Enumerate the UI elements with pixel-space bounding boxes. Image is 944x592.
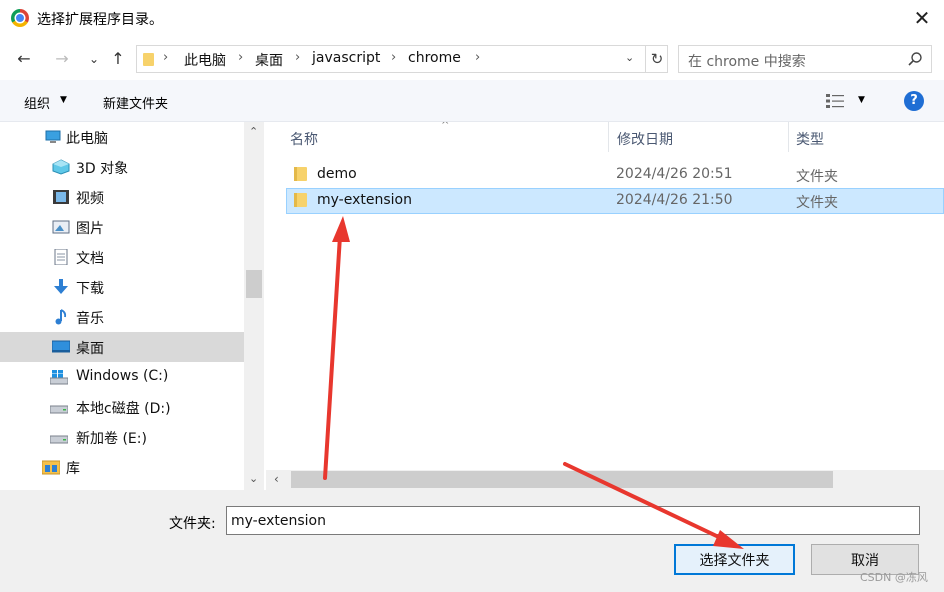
sidebar-scrollbar[interactable]: ⌃ ⌄ xyxy=(244,122,264,490)
sidebar-item-label: 此电脑 xyxy=(66,131,108,147)
close-button[interactable]: ✕ xyxy=(908,4,936,32)
horizontal-scrollbar[interactable]: ‹ xyxy=(266,470,944,490)
dialog-footer: 文件夹: 选择文件夹 取消 CSDN @冻风 xyxy=(0,490,944,592)
search-box[interactable]: 在 chrome 中搜索 xyxy=(678,45,932,73)
breadcrumb-desktop[interactable]: 桌面 xyxy=(255,50,283,70)
up-button[interactable]: ↑ xyxy=(108,48,128,70)
drive-icon xyxy=(50,405,68,414)
table-row[interactable]: demo 2024/4/26 20:51 文件夹 xyxy=(286,162,944,188)
select-folder-button[interactable]: 选择文件夹 xyxy=(674,544,795,575)
sort-ascending-icon: ^ xyxy=(441,122,450,131)
sidebar-item-drive-e[interactable]: 新加卷 (E:) xyxy=(0,422,244,452)
sidebar-item-label: 下载 xyxy=(76,281,104,297)
column-header-date-modified[interactable]: 修改日期 xyxy=(617,129,673,149)
sidebar-item-label: 文档 xyxy=(76,251,104,267)
breadcrumb-separator[interactable]: › xyxy=(391,50,396,65)
search-input[interactable]: 在 chrome 中搜索 xyxy=(688,51,806,71)
breadcrumb-separator[interactable]: › xyxy=(295,50,300,65)
sidebar-item-windows-c[interactable]: Windows (C:) xyxy=(0,362,244,392)
chrome-icon xyxy=(11,9,29,27)
breadcrumb-separator[interactable]: › xyxy=(238,50,243,65)
sidebar-item-3d-objects[interactable]: 3D 对象 xyxy=(0,152,244,182)
windows-drive-icon xyxy=(50,370,68,385)
folder-icon xyxy=(294,167,307,181)
caret-down-icon[interactable]: ▼ xyxy=(858,95,865,105)
watermark: CSDN @冻风 xyxy=(860,571,928,584)
navigation-pane: 此电脑 3D 对象 视频 图片 文档 下载 音乐 桌面 Windows (C:)… xyxy=(0,122,244,490)
sidebar-item-this-pc[interactable]: 此电脑 xyxy=(0,122,244,152)
desktop-icon xyxy=(52,340,70,353)
refresh-button[interactable]: ↻ xyxy=(645,46,668,72)
command-bar: 组织 ▼ 新建文件夹 ▼ ? xyxy=(0,80,944,122)
scrollbar-thumb[interactable] xyxy=(291,471,833,488)
row-date: 2024/4/26 21:50 xyxy=(616,192,733,208)
sidebar-item-label: 3D 对象 xyxy=(76,161,129,177)
column-divider[interactable] xyxy=(788,122,789,152)
chevron-left-icon[interactable]: ‹ xyxy=(274,472,279,486)
folder-icon xyxy=(143,53,154,66)
row-type: 文件夹 xyxy=(796,169,838,185)
forward-button[interactable]: → xyxy=(52,48,72,70)
breadcrumb-separator[interactable]: › xyxy=(475,50,480,65)
recent-locations-button[interactable]: ⌄ xyxy=(84,48,104,70)
downloads-icon xyxy=(54,279,68,294)
search-icon[interactable] xyxy=(907,51,923,67)
title-bar: 选择扩展程序目录。 ✕ xyxy=(0,0,944,38)
drive-icon xyxy=(50,435,68,444)
table-row[interactable]: my-extension 2024/4/26 21:50 文件夹 xyxy=(286,188,944,214)
sidebar-item-label: 新加卷 (E:) xyxy=(76,431,147,447)
caret-down-icon[interactable]: ▼ xyxy=(60,95,67,105)
chevron-down-icon[interactable]: ⌄ xyxy=(625,51,634,64)
breadcrumb-javascript[interactable]: javascript xyxy=(312,50,380,66)
scrollbar-thumb[interactable] xyxy=(246,270,262,298)
column-divider[interactable] xyxy=(608,122,609,152)
breadcrumb-separator: › xyxy=(163,50,169,65)
sidebar-item-label: 桌面 xyxy=(76,341,104,357)
row-date: 2024/4/26 20:51 xyxy=(616,166,733,182)
address-bar[interactable]: › 此电脑 › 桌面 › javascript › chrome › ⌄ ↻ xyxy=(136,45,668,73)
sidebar-item-label: 库 xyxy=(66,461,80,477)
help-button[interactable]: ? xyxy=(904,91,924,111)
folder-field-label: 文件夹: xyxy=(169,516,216,532)
window-title: 选择扩展程序目录。 xyxy=(37,12,163,28)
breadcrumb-this-pc[interactable]: 此电脑 xyxy=(184,50,226,70)
sidebar-item-downloads[interactable]: 下载 xyxy=(0,272,244,302)
3d-objects-icon xyxy=(52,159,70,175)
view-options-icon[interactable] xyxy=(826,94,844,108)
sidebar-item-label: 视频 xyxy=(76,191,104,207)
library-icon xyxy=(42,460,60,475)
sidebar-item-libraries[interactable]: 库 xyxy=(0,452,244,482)
column-header-type[interactable]: 类型 xyxy=(796,129,824,149)
sidebar-item-music[interactable]: 音乐 xyxy=(0,302,244,332)
sidebar-item-documents[interactable]: 文档 xyxy=(0,242,244,272)
file-list: ^ 名称 修改日期 类型 demo 2024/4/26 20:51 文件夹 my… xyxy=(266,122,944,470)
sidebar-item-videos[interactable]: 视频 xyxy=(0,182,244,212)
documents-icon xyxy=(54,249,68,265)
sidebar-item-drive-d[interactable]: 本地c磁盘 (D:) xyxy=(0,392,244,422)
row-type: 文件夹 xyxy=(796,195,838,211)
organize-button[interactable]: 组织 xyxy=(24,93,50,112)
music-icon xyxy=(55,309,67,325)
sidebar-item-desktop[interactable]: 桌面 xyxy=(0,332,244,362)
chevron-down-icon[interactable]: ⌄ xyxy=(249,472,258,485)
folder-icon xyxy=(294,193,307,207)
computer-icon xyxy=(45,130,61,143)
video-icon xyxy=(53,190,69,204)
sidebar-item-label: Windows (C:) xyxy=(76,368,169,384)
back-button[interactable]: ← xyxy=(14,48,34,70)
row-name: my-extension xyxy=(317,192,412,208)
sidebar-item-pictures[interactable]: 图片 xyxy=(0,212,244,242)
chevron-up-icon[interactable]: ⌃ xyxy=(249,125,258,138)
column-header-name[interactable]: 名称 xyxy=(290,129,318,149)
sidebar-item-label: 音乐 xyxy=(76,311,104,327)
sidebar-item-label: 图片 xyxy=(76,221,104,237)
row-name: demo xyxy=(317,166,357,182)
folder-name-input[interactable] xyxy=(226,506,920,535)
pictures-icon xyxy=(52,220,70,234)
sidebar-item-label: 本地c磁盘 (D:) xyxy=(76,401,171,417)
breadcrumb-chrome[interactable]: chrome xyxy=(408,50,461,66)
new-folder-button[interactable]: 新建文件夹 xyxy=(103,93,168,112)
